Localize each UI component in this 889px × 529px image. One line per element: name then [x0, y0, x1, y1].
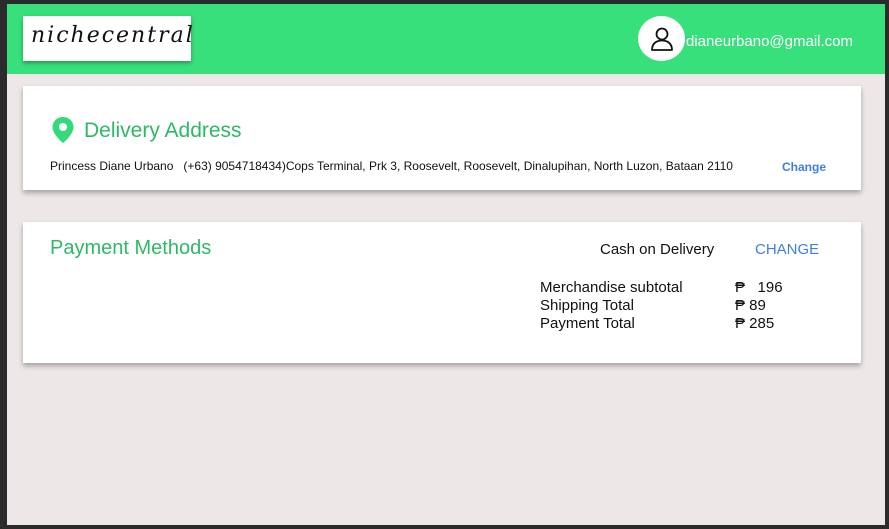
location-pin-icon	[52, 117, 74, 143]
payment-methods-title: Payment Methods	[50, 237, 212, 259]
selected-payment-method: Cash on Delivery	[600, 241, 715, 258]
checkout-page: nichecentral dianeurbano@gmail.com Deliv…	[7, 4, 885, 525]
recipient-name: Princess Diane Urbano	[50, 159, 174, 173]
shipping-total-value: ₱ 89	[735, 297, 766, 314]
user-icon	[651, 27, 673, 51]
user-avatar[interactable]	[638, 16, 685, 61]
user-email[interactable]: dianeurbano@gmail.com	[686, 33, 853, 50]
top-bar: nichecentral dianeurbano@gmail.com	[7, 4, 885, 74]
address-details: (+63) 9054718434)Cops Terminal, Prk 3, R…	[183, 159, 733, 173]
logo[interactable]: nichecentral	[23, 16, 193, 61]
change-address-link[interactable]: Change	[782, 160, 826, 174]
merchandise-subtotal-value: ₱ 196	[735, 279, 783, 296]
change-payment-button[interactable]: CHANGE	[755, 241, 819, 258]
payment-methods-card: Payment Methods Cash on Delivery CHANGE …	[23, 222, 861, 363]
shipping-total-label: Shipping Total	[540, 297, 634, 314]
delivery-address-card: Delivery Address Princess Diane Urbano (+…	[23, 86, 861, 190]
merchandise-subtotal-label: Merchandise subtotal	[540, 279, 683, 296]
app-frame: nichecentral dianeurbano@gmail.com Deliv…	[0, 0, 889, 529]
address-line: Princess Diane Urbano (+63) 9054718434)Co…	[50, 159, 733, 173]
logo-text: nichecentral	[31, 23, 195, 48]
payment-total-label: Payment Total	[540, 315, 635, 332]
payment-total-value: ₱ 285	[735, 315, 775, 332]
delivery-address-title: Delivery Address	[84, 119, 242, 142]
